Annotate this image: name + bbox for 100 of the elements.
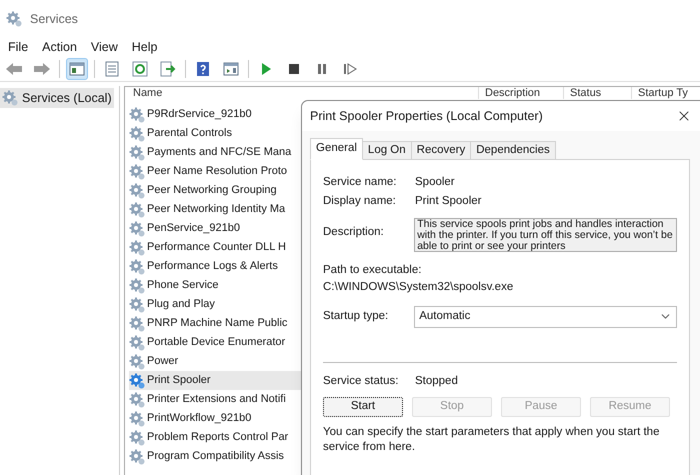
gear-icon (129, 240, 145, 256)
service-name: PenService_921b0 (147, 221, 240, 236)
console-tree-icon[interactable] (69, 60, 85, 76)
service-row[interactable]: Printer Extensions and Notifi (129, 390, 301, 409)
gear-icon (129, 202, 145, 218)
menu-item[interactable]: Help (132, 38, 158, 56)
help-icon[interactable] (195, 60, 211, 76)
startup-type-dropdown[interactable]: Automatic (414, 306, 677, 328)
pause-icon[interactable] (316, 62, 328, 74)
gear-icon (129, 296, 145, 312)
gear-icon (129, 392, 145, 408)
back-arrow-icon[interactable] (5, 62, 23, 76)
service-row[interactable]: PNRP Machine Name Public (129, 314, 301, 333)
gear-icon (129, 164, 145, 180)
service-name: Parental Controls (147, 126, 232, 142)
service-row[interactable]: Power (129, 352, 301, 371)
gear-icon (129, 334, 145, 350)
service-row[interactable]: Peer Networking Identity Ma (129, 200, 301, 219)
field-value: Spooler (415, 175, 455, 190)
gear-icon (129, 410, 145, 426)
service-row[interactable]: Program Compatibility Assis (129, 447, 301, 466)
service-row[interactable]: Phone Service (129, 276, 301, 295)
executable-path: C:\WINDOWS\System32\spoolsv.exe (323, 280, 514, 296)
service-button[interactable]: Start (323, 396, 403, 416)
service-row[interactable]: Print Spooler (129, 371, 301, 390)
menu-item[interactable]: File (8, 38, 28, 56)
service-row[interactable]: Plug and Play (129, 295, 301, 314)
service-row[interactable]: Peer Name Resolution Proto (129, 162, 301, 181)
refresh-icon[interactable] (132, 60, 148, 76)
service-row[interactable]: Problem Reports Control Par (129, 428, 301, 447)
field-label: Description: (323, 225, 385, 240)
export-list-icon[interactable] (160, 60, 176, 76)
gear-icon (129, 278, 145, 294)
gear-icon (129, 144, 145, 160)
gear-icon (129, 448, 145, 464)
column-header[interactable]: Startup Ty (631, 87, 688, 99)
service-name: Phone Service (147, 278, 219, 294)
gear-icon (129, 316, 145, 332)
service-name: PrintWorkflow_921b0 (147, 411, 252, 426)
column-header[interactable]: Name (125, 87, 478, 99)
gear-icon (129, 372, 145, 388)
forward-arrow-icon[interactable] (33, 62, 51, 76)
field-label: Service status: (323, 374, 400, 388)
service-name: Performance Logs & Alerts (147, 259, 278, 274)
service-name: Plug and Play (147, 297, 215, 312)
field-label: Startup type: (323, 308, 390, 324)
service-row[interactable]: Performance Logs & Alerts (129, 257, 301, 276)
dialog-tab[interactable]: Log On (362, 141, 412, 160)
resume-icon[interactable] (343, 62, 357, 74)
service-name: P9RdrService_921b0 (147, 107, 252, 122)
window-title: Services (30, 10, 78, 28)
service-name: Program Compatibility Assis (147, 449, 284, 464)
gear-icon (129, 126, 145, 142)
service-name: Problem Reports Control Par (147, 430, 288, 446)
description-box[interactable]: This service spools print jobs and handles interaction with the printer. If you turn off this service, you won’t be able to print or see your printers (414, 218, 677, 252)
dialog-title: Print Spooler Properties (Local Computer) (310, 108, 543, 125)
service-name: Print Spooler (147, 373, 211, 388)
gear-icon (129, 430, 145, 446)
service-name: Printer Extensions and Notifi (147, 392, 286, 408)
gear-icon (129, 106, 145, 122)
gear-icon (129, 182, 145, 198)
menu-item[interactable]: Action (42, 38, 77, 56)
service-name: Performance Counter DLL H (147, 240, 286, 256)
service-row[interactable]: Performance Counter DLL H (129, 238, 301, 257)
menu-item[interactable]: View (90, 38, 118, 56)
dialog-tab[interactable]: Recovery (410, 141, 472, 160)
gear-icon (2, 90, 18, 106)
service-name: Peer Name Resolution Proto (147, 164, 288, 180)
service-name: Peer Networking Grouping (147, 183, 277, 198)
service-row[interactable]: PrintWorkflow_921b0 (129, 409, 301, 428)
gear-icon (129, 220, 145, 236)
dialog-tab[interactable]: General (310, 138, 363, 160)
dialog-tab[interactable]: Dependencies (470, 141, 556, 160)
gear-icon (6, 11, 22, 27)
stop-icon[interactable] (288, 62, 300, 74)
action-pane-icon[interactable] (223, 60, 239, 76)
field-value: Print Spooler (415, 194, 482, 209)
properties-icon[interactable] (104, 60, 120, 76)
service-name: Portable Device Enumerator (147, 335, 286, 350)
service-row[interactable]: PenService_921b0 (129, 219, 301, 238)
play-icon[interactable] (260, 62, 272, 76)
help-text: You can specify the start parameters that apply when you start the service from here. (323, 424, 660, 454)
field-label: Path to executable: (323, 263, 422, 278)
service-row[interactable]: Payments and NFC/SE Mana (129, 143, 301, 162)
service-name: Peer Networking Identity Ma (147, 202, 286, 218)
gear-icon (129, 258, 145, 274)
service-name: PNRP Machine Name Public (147, 316, 288, 332)
column-header[interactable]: Status (563, 87, 631, 99)
service-name: Power (147, 354, 178, 370)
service-row[interactable]: Peer Networking Grouping (129, 181, 301, 200)
gear-icon (129, 354, 145, 370)
service-status: Stopped (415, 374, 458, 388)
tree-item[interactable]: Services (Local) (0, 88, 114, 108)
column-header[interactable]: Description (478, 87, 563, 99)
service-row[interactable]: Parental Controls (129, 124, 301, 143)
service-row[interactable]: Portable Device Enumerator (129, 333, 301, 352)
field-label: Display name: (323, 194, 397, 209)
field-label: Service name: (323, 175, 398, 190)
service-name: Payments and NFC/SE Mana (147, 145, 292, 160)
service-row[interactable]: P9RdrService_921b0 (129, 105, 301, 124)
